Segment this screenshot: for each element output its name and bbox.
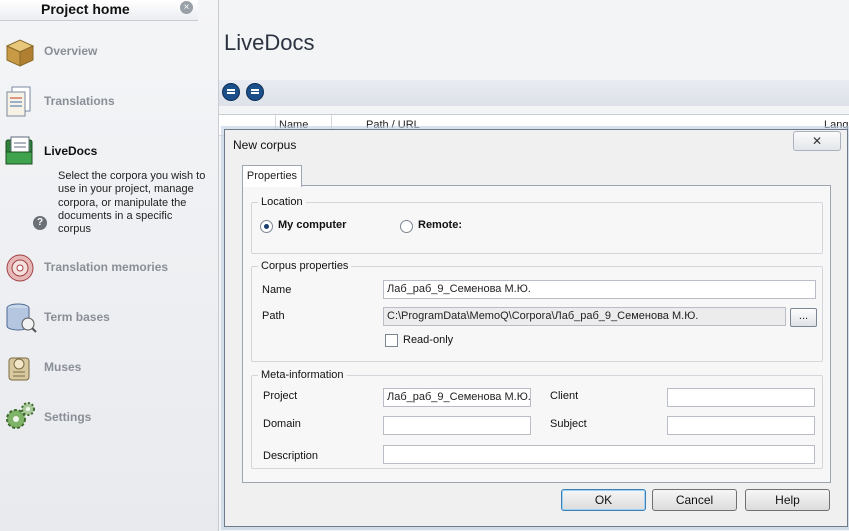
sidebar-item-label: Term bases (44, 310, 110, 324)
domain-field[interactable] (383, 416, 531, 435)
close-tab-icon[interactable]: × (180, 1, 193, 14)
meta-information-label: Meta-information (258, 369, 347, 381)
subject-field[interactable] (667, 416, 815, 435)
muses-icon (8, 357, 30, 381)
help-icon[interactable]: ? (33, 216, 47, 230)
tab-properties[interactable]: Properties (242, 165, 302, 187)
location-group-label: Location (258, 196, 306, 208)
list-options-icon[interactable] (246, 83, 264, 101)
subject-label: Subject (550, 418, 587, 430)
livedocs-icon (5, 136, 33, 165)
termbase-icon (6, 303, 37, 333)
corpus-name-field[interactable]: Лаб_раб_9_Семенова М.Ю. (383, 280, 816, 299)
sidebar-item-label: Translations (44, 94, 115, 108)
read-only-label[interactable]: Read-only (403, 334, 453, 346)
path-label: Path (262, 310, 285, 322)
sidebar-item-label: LiveDocs (44, 144, 98, 158)
meta-information-group: Meta-information Project Лаб_раб_9_Семен… (251, 369, 823, 469)
my-computer-label[interactable]: My computer (278, 219, 346, 231)
dialog-close-button[interactable]: ✕ (793, 131, 841, 151)
sidebar-item-translation-memories[interactable]: Translation memories (0, 250, 218, 286)
corpus-properties-label: Corpus properties (258, 260, 352, 272)
sidebar-item-label: Muses (44, 360, 82, 374)
new-corpus-dialog: New corpus ✕ Properties Location My comp… (224, 129, 848, 527)
my-computer-radio[interactable] (260, 220, 273, 233)
corpus-path-field[interactable]: C:\ProgramData\MemoQ\Corpora\Лаб_раб_9_С… (383, 307, 786, 326)
sidebar-item-livedocs[interactable]: LiveDocs (0, 134, 218, 170)
client-field[interactable] (667, 388, 815, 407)
name-label: Name (262, 284, 292, 296)
client-label: Client (550, 390, 579, 402)
project-home-sidebar: Project home × Overview Translations Liv… (0, 0, 219, 531)
corpus-properties-group: Corpus properties Name Лаб_раб_9_Семенов… (251, 260, 823, 362)
sidebar-item-overview[interactable]: Overview (0, 34, 218, 70)
remote-radio[interactable] (400, 220, 413, 233)
sidebar-item-settings[interactable]: Settings (0, 400, 218, 436)
tm-disc-icon (6, 254, 34, 282)
location-group: Location My computer Remote: (251, 196, 823, 254)
gears-icon (6, 402, 35, 429)
page-title: LiveDocs (224, 30, 315, 55)
box-icon (5, 39, 35, 67)
sidebar-item-translations[interactable]: Translations (0, 84, 218, 120)
filter-icon[interactable] (222, 83, 240, 101)
browse-path-button[interactable]: ... (790, 308, 817, 327)
ok-button[interactable]: OK (561, 489, 646, 511)
remote-label[interactable]: Remote: (418, 219, 462, 231)
project-label: Project (263, 390, 298, 402)
read-only-checkbox[interactable] (385, 334, 398, 347)
sidebar-item-label: Settings (44, 410, 92, 424)
project-home-title: Project home (41, 1, 130, 17)
project-home-tab[interactable]: Project home × (0, 0, 198, 21)
project-field[interactable]: Лаб_раб_9_Семенова М.Ю. (383, 388, 531, 407)
properties-panel: Location My computer Remote: Corpus prop… (242, 185, 831, 483)
domain-label: Domain (263, 418, 301, 430)
sidebar-item-label: Overview (44, 44, 98, 58)
documents-icon (6, 86, 31, 117)
sidebar-item-term-bases[interactable]: Term bases (0, 300, 218, 336)
help-button[interactable]: Help (745, 489, 830, 511)
sidebar-item-muses[interactable]: Muses (0, 350, 218, 386)
cancel-button[interactable]: Cancel (652, 489, 737, 511)
livedocs-description: Select the corpora you wish to use in yo… (58, 170, 206, 236)
livedocs-toolbar (219, 80, 849, 106)
description-label: Description (263, 450, 319, 462)
description-field[interactable] (383, 445, 815, 464)
sidebar-item-label: Translation memories (44, 260, 169, 274)
dialog-title: New corpus (233, 138, 297, 152)
